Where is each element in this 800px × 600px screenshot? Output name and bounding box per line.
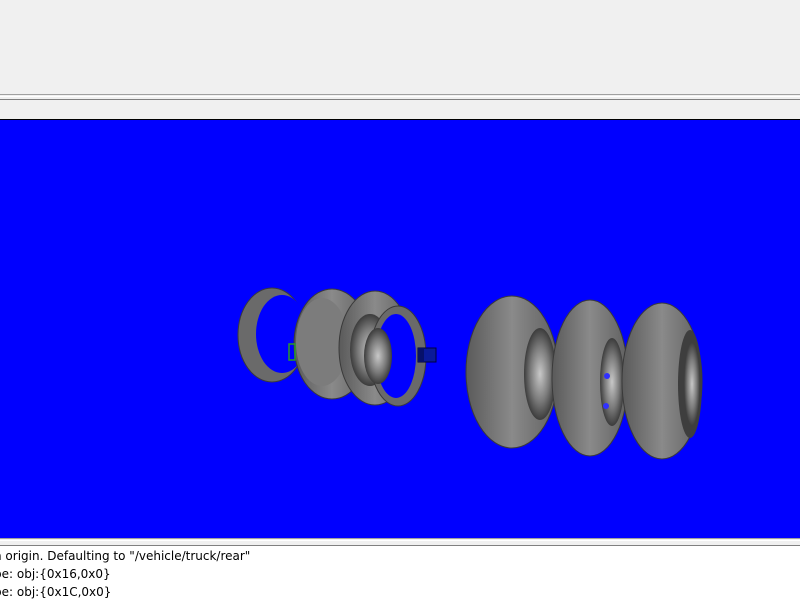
3d-viewport[interactable] xyxy=(0,119,800,538)
rear-wheel-assembly[interactable] xyxy=(465,295,703,460)
toolbar-panel xyxy=(0,0,800,94)
log-line: pe: obj:{0x1C,0x0} xyxy=(0,585,112,599)
selected-handle[interactable] xyxy=(417,347,437,363)
log-panel: h origin. Defaulting to "/vehicle/truck/… xyxy=(0,546,800,600)
bottom-splitter[interactable] xyxy=(0,538,800,546)
front-wheel-assembly[interactable] xyxy=(237,287,427,407)
log-line: pe: obj:{0x16,0x0} xyxy=(0,567,111,581)
log-line: h origin. Defaulting to "/vehicle/truck/… xyxy=(0,549,251,563)
scene-canvas[interactable] xyxy=(0,120,800,538)
